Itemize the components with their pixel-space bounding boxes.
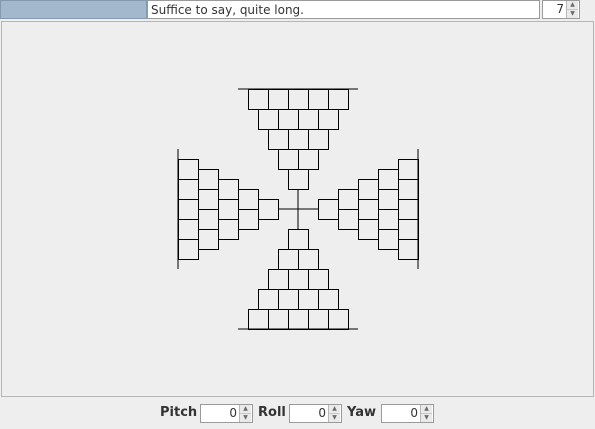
tree-box: [398, 179, 419, 200]
tree-box: [358, 199, 379, 220]
spinner-down-arrow-icon[interactable]: ▼: [329, 414, 340, 422]
tree-box: [308, 269, 329, 290]
spinner-down-arrow-icon[interactable]: ▼: [240, 414, 251, 422]
yaw-value[interactable]: 0: [382, 405, 421, 422]
tree-box: [398, 219, 419, 240]
spinner-up-arrow-icon[interactable]: ▲: [329, 405, 340, 414]
tree-box: [268, 309, 289, 330]
tree-box: [308, 89, 329, 110]
tree-box: [248, 309, 269, 330]
tree-box: [198, 169, 219, 190]
tree-box: [318, 289, 339, 310]
pitch-spinner[interactable]: 0 ▲ ▼: [200, 404, 253, 423]
tree-box: [358, 179, 379, 200]
tree-box: [298, 249, 319, 270]
tree-box: [338, 209, 359, 230]
tree-box: [308, 309, 329, 330]
tree-box: [398, 239, 419, 260]
tree-box: [268, 89, 289, 110]
progress-bar: [0, 0, 147, 19]
tree-box: [218, 179, 239, 200]
tree-box: [258, 199, 279, 220]
rotation-controls: Pitch 0 ▲ ▼ Roll 0 ▲ ▼ Yaw 0 ▲ ▼: [0, 400, 595, 429]
tree-box: [178, 159, 199, 180]
tree-box: [288, 229, 309, 250]
tree-box: [288, 309, 309, 330]
tree-box: [328, 309, 349, 330]
tree-box: [178, 219, 199, 240]
level-value[interactable]: 7: [543, 1, 567, 18]
tree-box: [318, 109, 339, 130]
h-tree-drawing: [177, 88, 419, 330]
spinner-up-arrow-icon[interactable]: ▲: [567, 1, 578, 10]
tree-box: [248, 89, 269, 110]
tree-box: [278, 249, 299, 270]
tree-box: [278, 109, 299, 130]
tree-box: [218, 219, 239, 240]
yaw-spinner-arrows: ▲ ▼: [420, 405, 433, 422]
tree-box: [198, 229, 219, 250]
roll-value[interactable]: 0: [290, 405, 329, 422]
tree-box: [398, 199, 419, 220]
tree-box: [378, 229, 399, 250]
tree-box: [278, 289, 299, 310]
level-spinner-arrows: ▲ ▼: [566, 1, 579, 18]
fractal-canvas[interactable]: [1, 21, 594, 397]
yaw-spinner[interactable]: 0 ▲ ▼: [381, 404, 434, 423]
tree-box: [288, 269, 309, 290]
tree-box: [178, 179, 199, 200]
tree-box: [358, 219, 379, 240]
tree-box: [308, 129, 329, 150]
tree-box: [258, 109, 279, 130]
tree-box: [238, 189, 259, 210]
tree-group: [177, 88, 419, 330]
tree-box: [178, 199, 199, 220]
tree-box: [298, 109, 319, 130]
tree-box: [298, 289, 319, 310]
title-text-field[interactable]: Suffice to say, quite long.: [147, 0, 540, 19]
spinner-down-arrow-icon[interactable]: ▼: [567, 10, 578, 18]
tree-box: [378, 169, 399, 190]
roll-spinner-arrows: ▲ ▼: [328, 405, 341, 422]
tree-box: [258, 289, 279, 310]
tree-box: [268, 129, 289, 150]
top-toolbar: Suffice to say, quite long. 7 ▲ ▼: [0, 0, 595, 20]
tree-box: [338, 189, 359, 210]
spinner-up-arrow-icon[interactable]: ▲: [240, 405, 251, 414]
tree-box: [288, 169, 309, 190]
tree-box: [218, 199, 239, 220]
pitch-spinner-arrows: ▲ ▼: [239, 405, 252, 422]
spinner-down-arrow-icon[interactable]: ▼: [421, 414, 432, 422]
roll-label: Roll: [258, 405, 286, 420]
level-spinner[interactable]: 7 ▲ ▼: [542, 0, 580, 19]
tree-box: [328, 89, 349, 110]
spinner-up-arrow-icon[interactable]: ▲: [421, 405, 432, 414]
pitch-value[interactable]: 0: [201, 405, 240, 422]
tree-box: [318, 199, 339, 220]
tree-box: [398, 159, 419, 180]
yaw-label: Yaw: [347, 405, 377, 420]
pitch-label: Pitch: [160, 405, 198, 420]
tree-box: [378, 209, 399, 230]
tree-box: [288, 89, 309, 110]
tree-box: [198, 209, 219, 230]
tree-box: [288, 129, 309, 150]
tree-box: [278, 149, 299, 170]
tree-box: [298, 149, 319, 170]
tree-box: [178, 239, 199, 260]
tree-box: [268, 269, 289, 290]
tree-box: [238, 209, 259, 230]
tree-box: [198, 189, 219, 210]
tree-box: [378, 189, 399, 210]
roll-spinner[interactable]: 0 ▲ ▼: [289, 404, 342, 423]
